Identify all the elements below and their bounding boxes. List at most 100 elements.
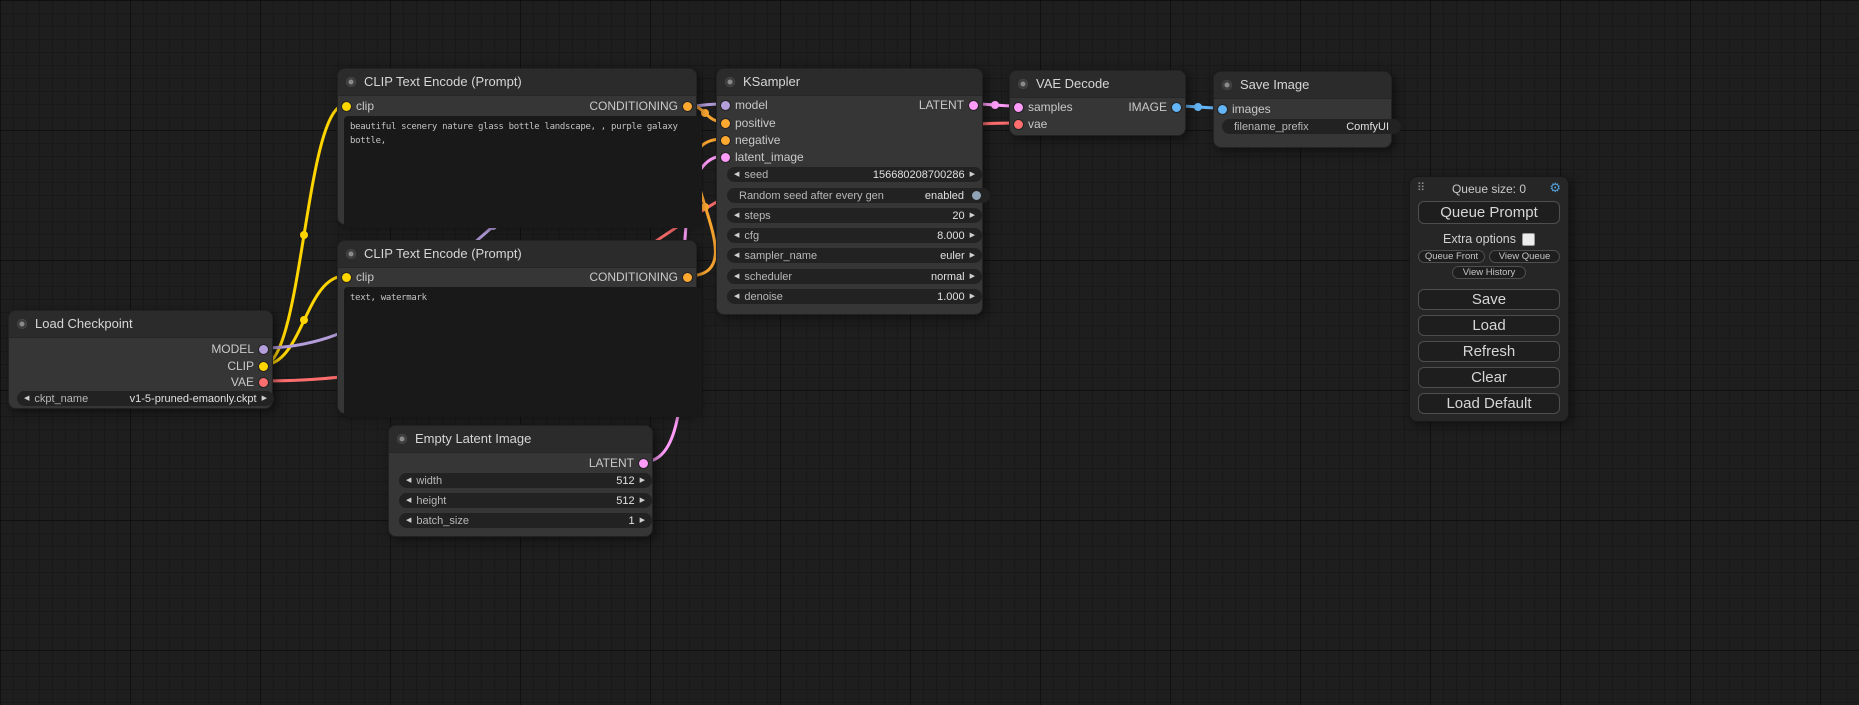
- decrement-arrow-icon[interactable]: ◀: [404, 493, 413, 508]
- widget-value: euler: [940, 250, 967, 262]
- input-slot-clip: clip: [338, 98, 374, 114]
- decrement-arrow-icon[interactable]: ◀: [22, 391, 31, 406]
- refresh-button[interactable]: Refresh: [1418, 341, 1560, 362]
- node-title: Save Image: [1240, 77, 1309, 92]
- queue-size-label: Queue size: 0: [1410, 182, 1568, 196]
- positive-prompt-textarea[interactable]: beautiful scenery nature glass bottle la…: [344, 116, 702, 228]
- width-widget[interactable]: ◀ width 512 ▶: [399, 473, 652, 488]
- images-input-dot[interactable]: [1218, 105, 1227, 114]
- increment-arrow-icon[interactable]: ▶: [968, 167, 977, 182]
- latent-output-dot[interactable]: [639, 459, 648, 468]
- decrement-arrow-icon[interactable]: ◀: [732, 248, 741, 263]
- save-image-node[interactable]: Save Image images filename_prefix ComfyU…: [1213, 71, 1392, 148]
- vae-decode-node[interactable]: VAE Decode samples vae IMAGE: [1009, 70, 1186, 136]
- node-collapse-dot[interactable]: [1018, 79, 1028, 89]
- node-collapse-dot[interactable]: [397, 434, 407, 444]
- clip-output-dot[interactable]: [259, 362, 268, 371]
- input-slot-negative: negative: [717, 132, 780, 148]
- node-title-bar[interactable]: CLIP Text Encode (Prompt): [338, 69, 696, 96]
- model-input-dot[interactable]: [721, 101, 730, 110]
- toggle-knob-icon[interactable]: [972, 191, 981, 200]
- node-title-bar[interactable]: VAE Decode: [1010, 71, 1185, 98]
- ckpt-name-widget[interactable]: ◀ ckpt_name v1-5-pruned-emaonly.ckpt ▶: [17, 391, 274, 406]
- conditioning-output-dot[interactable]: [683, 273, 692, 282]
- node-collapse-dot[interactable]: [1222, 80, 1232, 90]
- node-collapse-dot[interactable]: [725, 77, 735, 87]
- sampler-name-widget[interactable]: ◀ sampler_name euler ▶: [727, 248, 982, 263]
- scheduler-widget[interactable]: ◀ scheduler normal ▶: [727, 269, 982, 284]
- increment-arrow-icon[interactable]: ▶: [968, 289, 977, 304]
- samples-input-dot[interactable]: [1014, 103, 1023, 112]
- slot-label: clip: [356, 270, 374, 284]
- negative-prompt-textarea[interactable]: text, watermark: [344, 287, 702, 417]
- decrement-arrow-icon[interactable]: ◀: [404, 473, 413, 488]
- increment-arrow-icon[interactable]: ▶: [638, 513, 647, 528]
- node-collapse-dot[interactable]: [17, 319, 27, 329]
- queue-prompt-button[interactable]: Queue Prompt: [1418, 201, 1560, 224]
- image-output-dot[interactable]: [1172, 103, 1181, 112]
- clip-input-dot[interactable]: [342, 102, 351, 111]
- gear-icon[interactable]: ⚙: [1549, 180, 1561, 196]
- latent-image-input-dot[interactable]: [721, 153, 730, 162]
- clip-input-dot[interactable]: [342, 273, 351, 282]
- steps-widget[interactable]: ◀ steps 20 ▶: [727, 208, 982, 223]
- node-title-bar[interactable]: Load Checkpoint: [9, 311, 272, 338]
- model-output-dot[interactable]: [259, 345, 268, 354]
- decrement-arrow-icon[interactable]: ◀: [732, 289, 741, 304]
- increment-arrow-icon[interactable]: ▶: [638, 473, 647, 488]
- denoise-widget[interactable]: ◀ denoise 1.000 ▶: [727, 289, 982, 304]
- vae-output-dot[interactable]: [259, 378, 268, 387]
- increment-arrow-icon[interactable]: ▶: [968, 228, 977, 243]
- positive-input-dot[interactable]: [721, 119, 730, 128]
- node-title-bar[interactable]: Empty Latent Image: [389, 426, 652, 453]
- clip-text-encode-positive-node[interactable]: CLIP Text Encode (Prompt) clip CONDITION…: [337, 68, 697, 225]
- comfyui-canvas[interactable]: { "colors": { "model": "#B39DDB", "clip"…: [0, 0, 1859, 705]
- increment-arrow-icon[interactable]: ▶: [968, 208, 977, 223]
- clear-button[interactable]: Clear: [1418, 367, 1560, 388]
- ksampler-node[interactable]: KSampler model positive negative latent_…: [716, 68, 983, 315]
- decrement-arrow-icon[interactable]: ◀: [732, 167, 741, 182]
- decrement-arrow-icon[interactable]: ◀: [732, 269, 741, 284]
- node-title-bar[interactable]: KSampler: [717, 69, 982, 96]
- node-title-bar[interactable]: CLIP Text Encode (Prompt): [338, 241, 696, 268]
- widget-label: width: [413, 475, 442, 487]
- view-queue-button[interactable]: View Queue: [1489, 250, 1560, 263]
- vae-input-dot[interactable]: [1014, 120, 1023, 129]
- increment-arrow-icon[interactable]: ▶: [260, 391, 269, 406]
- height-widget[interactable]: ◀ height 512 ▶: [399, 493, 652, 508]
- node-title: Empty Latent Image: [415, 431, 531, 446]
- node-title-bar[interactable]: Save Image: [1214, 72, 1391, 99]
- load-button[interactable]: Load: [1418, 315, 1560, 336]
- cfg-widget[interactable]: ◀ cfg 8.000 ▶: [727, 228, 982, 243]
- conditioning-output-dot[interactable]: [683, 102, 692, 111]
- increment-arrow-icon[interactable]: ▶: [968, 269, 977, 284]
- queue-front-button[interactable]: Queue Front: [1418, 250, 1485, 263]
- increment-arrow-icon[interactable]: ▶: [638, 493, 647, 508]
- widget-value: v1-5-pruned-emaonly.ckpt: [130, 393, 260, 405]
- load-checkpoint-node[interactable]: Load Checkpoint MODEL CLIP VAE ◀ ckpt_na…: [8, 310, 273, 409]
- seed-widget[interactable]: ◀ seed 156680208700286 ▶: [727, 167, 982, 182]
- input-slot-clip: clip: [338, 269, 374, 285]
- increment-arrow-icon[interactable]: ▶: [968, 248, 977, 263]
- filename-prefix-widget[interactable]: filename_prefix ComfyUI: [1222, 119, 1401, 134]
- decrement-arrow-icon[interactable]: ◀: [732, 228, 741, 243]
- node-collapse-dot[interactable]: [346, 249, 356, 259]
- load-default-button[interactable]: Load Default: [1418, 393, 1560, 414]
- decrement-arrow-icon[interactable]: ◀: [732, 208, 741, 223]
- output-slot-image: IMAGE: [1128, 99, 1185, 115]
- save-button[interactable]: Save: [1418, 289, 1560, 310]
- input-slot-vae: vae: [1010, 116, 1047, 132]
- widget-value: 20: [952, 210, 967, 222]
- clip-text-encode-negative-node[interactable]: CLIP Text Encode (Prompt) clip CONDITION…: [337, 240, 697, 414]
- extra-options-checkbox[interactable]: [1522, 233, 1535, 246]
- batch-size-widget[interactable]: ◀ batch_size 1 ▶: [399, 513, 652, 528]
- random-seed-toggle-widget[interactable]: Random seed after every gen enabled: [727, 188, 990, 203]
- negative-input-dot[interactable]: [721, 136, 730, 145]
- empty-latent-image-node[interactable]: Empty Latent Image LATENT ◀ width 512 ▶ …: [388, 425, 653, 537]
- node-collapse-dot[interactable]: [346, 77, 356, 87]
- decrement-arrow-icon[interactable]: ◀: [404, 513, 413, 528]
- latent-output-dot[interactable]: [969, 101, 978, 110]
- slot-label: negative: [735, 133, 780, 147]
- view-history-button[interactable]: View History: [1452, 266, 1526, 279]
- slot-label: vae: [1028, 117, 1047, 131]
